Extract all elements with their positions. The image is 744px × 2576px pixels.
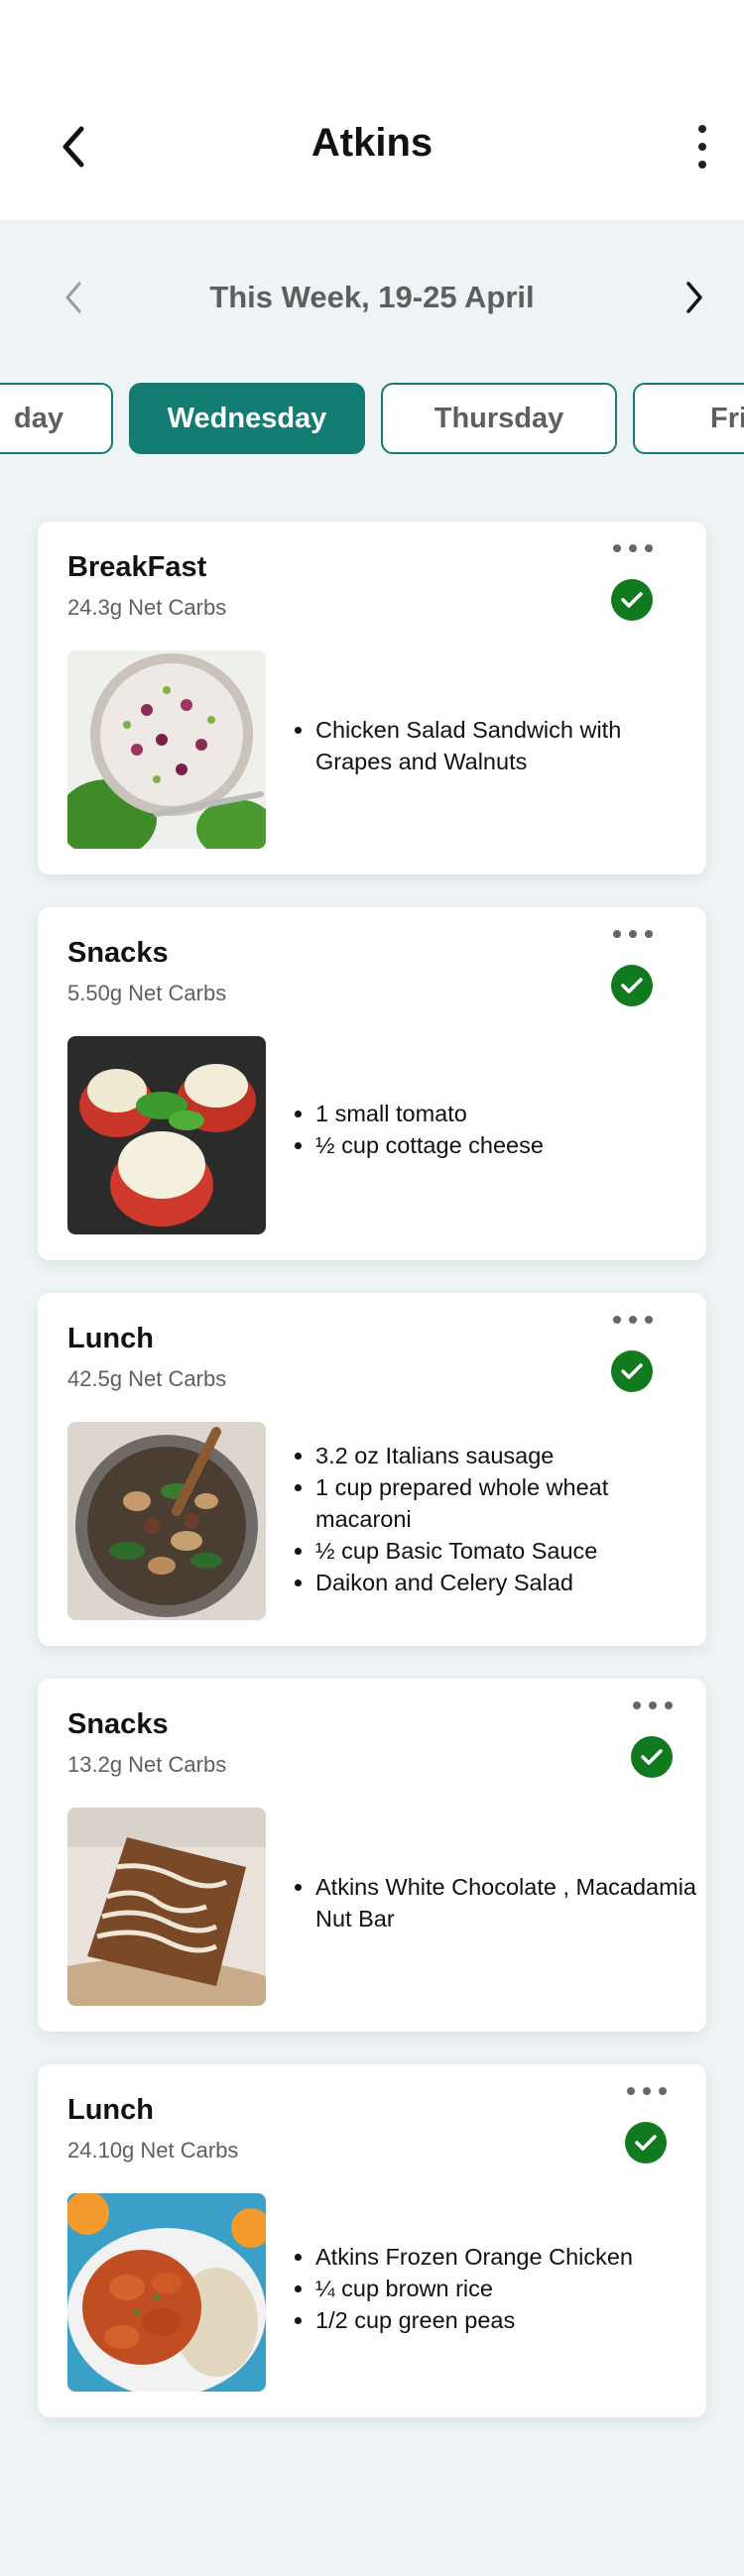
- more-horizontal-icon: [633, 1701, 641, 1709]
- meal-options-button[interactable]: [613, 541, 653, 555]
- more-vertical-icon: [698, 125, 706, 133]
- week-navigation: This Week, 19-25 April: [0, 268, 744, 327]
- meal-photo: [67, 2193, 266, 2392]
- tab-friday[interactable]: Fri: [633, 383, 744, 454]
- meal-items: 3.2 oz Italians sausage 1 cup prepared w…: [286, 1440, 702, 1598]
- meal-items: Chicken Salad Sandwich with Grapes and W…: [286, 714, 702, 777]
- list-item: ¼ cup brown rice: [315, 2273, 702, 2304]
- meal-card[interactable]: Snacks 5.50g Net Carbs 1 small tomato ½ …: [38, 907, 706, 1260]
- meal-options-button[interactable]: [613, 1313, 653, 1327]
- list-item: 1 small tomato: [315, 1098, 702, 1129]
- meal-card[interactable]: Lunch 42.5g Net Carbs 3.2 oz Italians sa…: [38, 1293, 706, 1646]
- meal-photo: [67, 1808, 266, 2006]
- day-tabs: day Wednesday Thursday Fri: [0, 383, 744, 458]
- meal-photo: [67, 1422, 266, 1620]
- meal-options-button[interactable]: [633, 1698, 673, 1712]
- tab-tuesday[interactable]: day: [0, 383, 113, 454]
- net-carbs: 24.3g Net Carbs: [67, 595, 227, 620]
- check-icon[interactable]: [631, 1736, 673, 1778]
- week-label: This Week, 19-25 April: [209, 280, 535, 314]
- check-icon[interactable]: [611, 579, 653, 621]
- list-item: 3.2 oz Italians sausage: [315, 1440, 702, 1471]
- check-icon[interactable]: [625, 2122, 667, 2164]
- net-carbs: 42.5g Net Carbs: [67, 1366, 227, 1391]
- meal-items: Atkins Frozen Orange Chicken ¼ cup brown…: [286, 2241, 702, 2336]
- net-carbs: 13.2g Net Carbs: [67, 1752, 227, 1777]
- meal-title: Lunch: [67, 2094, 154, 2126]
- more-options-button[interactable]: [692, 125, 712, 169]
- meal-options-button[interactable]: [627, 2084, 667, 2098]
- meal-title: BreakFast: [67, 551, 207, 583]
- page-title: Atkins: [310, 121, 434, 165]
- meal-card[interactable]: Lunch 24.10g Net Carbs Atkins Frozen Ora…: [38, 2064, 706, 2417]
- meal-title: Snacks: [67, 937, 169, 969]
- meal-options-button[interactable]: [613, 927, 653, 941]
- more-horizontal-icon: [613, 930, 621, 938]
- meal-card[interactable]: Snacks 13.2g Net Carbs Atkins White Choc…: [38, 1679, 706, 2032]
- meal-photo: [67, 1036, 266, 1234]
- meal-photo: [67, 650, 266, 849]
- list-item: 1/2 cup green peas: [315, 2304, 702, 2336]
- list-item: Atkins Frozen Orange Chicken: [315, 2241, 702, 2273]
- meal-items: 1 small tomato ½ cup cottage cheese: [286, 1098, 702, 1161]
- chevron-right-icon: [686, 282, 702, 313]
- check-icon[interactable]: [611, 1350, 653, 1392]
- tab-thursday[interactable]: Thursday: [381, 383, 617, 454]
- meal-card[interactable]: BreakFast 24.3g Net Carbs Chicken Salad …: [38, 522, 706, 875]
- meal-items: Atkins White Chocolate , Macadamia Nut B…: [286, 1871, 702, 1934]
- net-carbs: 5.50g Net Carbs: [67, 981, 227, 1005]
- meal-title: Lunch: [67, 1323, 154, 1354]
- next-week-button[interactable]: [675, 278, 714, 317]
- more-horizontal-icon: [613, 1316, 621, 1324]
- list-item: Chicken Salad Sandwich with Grapes and W…: [315, 714, 702, 777]
- check-icon[interactable]: [611, 965, 653, 1006]
- list-item: ½ cup Basic Tomato Sauce: [315, 1535, 702, 1567]
- header-bar: Atkins: [0, 0, 744, 220]
- list-item: ½ cup cottage cheese: [315, 1129, 702, 1161]
- list-item: 1 cup prepared whole wheat macaroni: [315, 1471, 702, 1535]
- tab-wednesday[interactable]: Wednesday: [129, 383, 365, 454]
- more-horizontal-icon: [627, 2087, 635, 2095]
- list-item: Daikon and Celery Salad: [315, 1567, 702, 1598]
- more-horizontal-icon: [613, 544, 621, 552]
- meal-title: Snacks: [67, 1708, 169, 1740]
- net-carbs: 24.10g Net Carbs: [67, 2138, 239, 2163]
- list-item: Atkins White Chocolate , Macadamia Nut B…: [315, 1871, 702, 1934]
